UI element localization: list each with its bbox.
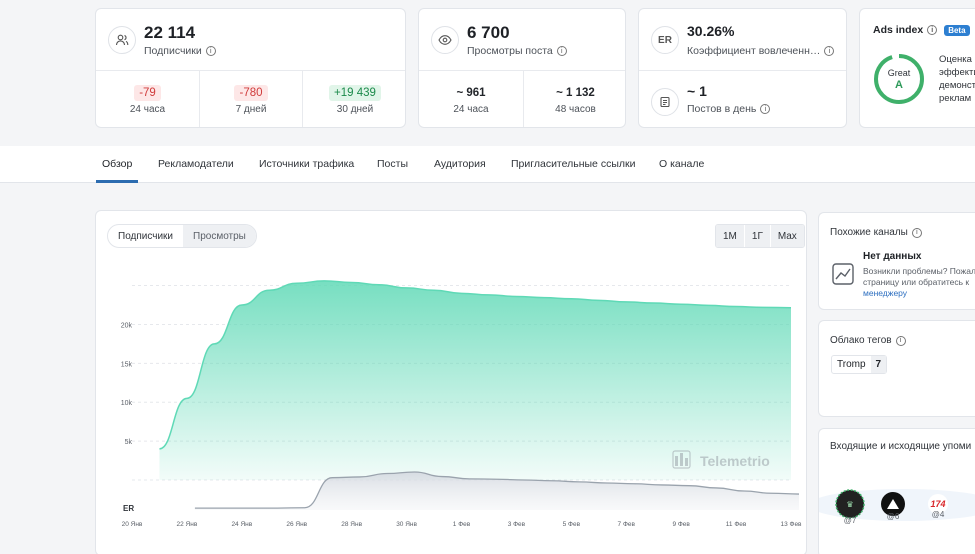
manager-link[interactable]: менеджеру bbox=[863, 288, 975, 299]
subscribers-7d: -780 7 дней bbox=[199, 71, 302, 127]
info-icon[interactable]: i bbox=[911, 227, 922, 238]
views-card: 6 700 Просмотры поста i ~ 961 24 часа ~ 1… bbox=[418, 8, 626, 128]
grade-letter: A bbox=[895, 79, 903, 91]
x-tick-label: 24 Янв bbox=[231, 521, 252, 528]
active-tab-indicator bbox=[96, 180, 138, 183]
mention-count: @7 bbox=[844, 516, 857, 525]
info-icon[interactable]: i bbox=[927, 25, 938, 35]
svg-text:♛: ♛ bbox=[846, 500, 853, 509]
y-tick-label: 15k bbox=[121, 361, 133, 368]
posts-per-day-value: ~ 1 bbox=[687, 83, 707, 99]
subscribers-card: 22 114 Подписчики i -79 24 часа -780 7 дн… bbox=[95, 8, 406, 128]
tab-traffic-sources[interactable]: Источники трафика bbox=[259, 158, 354, 170]
subscribers-label: Подписчики i bbox=[144, 45, 216, 57]
subscribers-chart: 5k 10k 15k 20k ER Telemetrio 20 Янв 22 Янв 24… bbox=[121, 280, 802, 528]
tab-about-channel[interactable]: О канале bbox=[659, 158, 704, 170]
x-tick-label: 5 Фев bbox=[563, 521, 581, 528]
chart-line-icon bbox=[832, 263, 854, 285]
views-label: Просмотры поста i bbox=[467, 45, 567, 57]
grade-word: Great bbox=[888, 68, 911, 78]
subscribers-24h: -79 24 часа bbox=[129, 85, 166, 115]
tag-cloud-card: Облако тегов i Tromp 7 bbox=[818, 320, 975, 417]
users-icon bbox=[108, 26, 136, 54]
er-axis-label: ER bbox=[123, 504, 134, 513]
beta-badge: Beta bbox=[944, 24, 970, 36]
ads-index-card: Ads index i Beta Great A Оценка эффекти … bbox=[859, 8, 975, 128]
tag-chip[interactable]: Tromp 7 bbox=[831, 355, 888, 374]
mention-count: @6 bbox=[887, 512, 900, 521]
x-tick-label: 20 Янв bbox=[122, 521, 143, 528]
x-tick-label: 28 Янв bbox=[341, 521, 362, 528]
channel-avatar[interactable]: ♛ bbox=[835, 489, 865, 519]
er-icon: ER bbox=[651, 26, 679, 54]
x-tick-label: 1 Фев bbox=[453, 521, 471, 528]
x-tick-label: 11 Фев bbox=[726, 521, 747, 528]
posts-per-day-label: Постов в день i bbox=[687, 103, 771, 115]
x-tick-label: 3 Фев bbox=[508, 521, 526, 528]
x-tick-label: 22 Янв bbox=[177, 521, 198, 528]
mentions-graph: ♛ @7 @6 174 @4 bbox=[819, 489, 975, 525]
ads-index-title: Ads index i Beta bbox=[873, 24, 970, 36]
tab-posts[interactable]: Посты bbox=[377, 158, 408, 170]
info-icon[interactable]: i bbox=[895, 335, 906, 346]
mentions-card: Входящие и исходящие упоми ♛ @7 @6 174 @… bbox=[818, 428, 975, 554]
y-tick-label: 5k bbox=[125, 439, 133, 446]
grade-gauge: Great A bbox=[874, 54, 924, 104]
x-tick-label: 13 Фев bbox=[780, 521, 802, 528]
views-24h: ~ 961 24 часа bbox=[453, 87, 489, 115]
tab-overview[interactable]: Обзор bbox=[102, 158, 132, 170]
views-48h: ~ 1 132 48 часов bbox=[523, 71, 627, 127]
x-tick-label: 26 Янв bbox=[286, 521, 307, 528]
tab-bar: Обзор Рекламодатели Источники трафика По… bbox=[0, 146, 975, 183]
subscribers-area bbox=[159, 280, 791, 480]
ads-index-text: Оценка эффекти демонст реклам bbox=[939, 54, 975, 104]
er-card: ER 30.26% Коэффициент вовлеченн… i ~ 1 По… bbox=[638, 8, 847, 128]
info-icon[interactable]: i bbox=[760, 104, 771, 114]
views-value: 6 700 bbox=[467, 23, 510, 42]
document-icon bbox=[651, 88, 679, 116]
info-icon[interactable]: i bbox=[824, 46, 835, 56]
tab-invite-links[interactable]: Пригласительные ссылки bbox=[511, 158, 635, 170]
svg-text:174: 174 bbox=[930, 499, 945, 509]
no-data-title: Нет данных bbox=[863, 251, 922, 262]
svg-text:Telemetrio: Telemetrio bbox=[700, 453, 770, 469]
y-tick-label: 20k bbox=[121, 322, 133, 329]
er-value: 30.26% bbox=[687, 23, 735, 39]
similar-channels-card: Похожие каналы i Нет данных Возникли проб… bbox=[818, 212, 975, 310]
x-tick-label: 9 Фев bbox=[672, 521, 690, 528]
no-data-text: Возникли проблемы? Пожал страницу или об… bbox=[863, 266, 975, 299]
info-icon[interactable]: i bbox=[556, 46, 567, 56]
er-label: Коэффициент вовлеченн… i bbox=[687, 45, 835, 57]
info-icon[interactable]: i bbox=[205, 46, 216, 56]
eye-icon bbox=[431, 26, 459, 54]
subscribers-30d: +19 439 30 дней bbox=[302, 71, 407, 127]
x-tick-label: 7 Фев bbox=[618, 521, 636, 528]
subscribers-value: 22 114 bbox=[144, 23, 196, 42]
y-tick-label: 10k bbox=[121, 400, 133, 407]
tab-advertisers[interactable]: Рекламодатели bbox=[158, 158, 234, 170]
x-tick-label: 30 Янв bbox=[396, 521, 417, 528]
mention-count: @4 bbox=[932, 510, 945, 519]
tab-audience[interactable]: Аудитория bbox=[434, 158, 486, 170]
